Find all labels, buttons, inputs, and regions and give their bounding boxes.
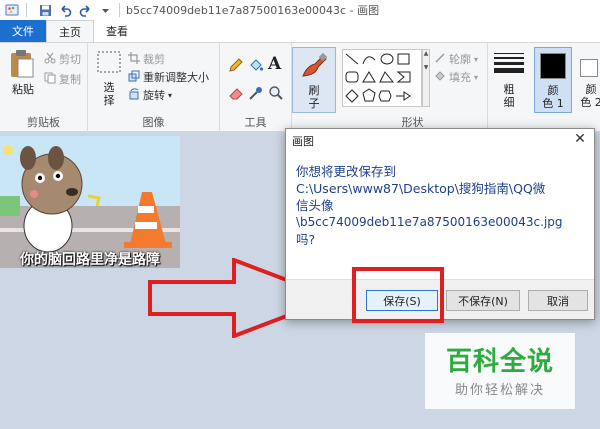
tab-home[interactable]: 主页 — [46, 20, 94, 42]
line-width-icon — [494, 53, 524, 78]
text-icon[interactable]: A — [268, 54, 281, 74]
dialog-message: 你想将更改保存到 C:\Users\www87\Desktop\搜狗指南\QQ微… — [296, 163, 592, 248]
tab-file[interactable]: 文件 — [0, 20, 46, 42]
brushes-label-2: 子 — [308, 97, 320, 110]
chevron-down-icon: ▾ — [474, 54, 479, 64]
undo-icon[interactable] — [57, 2, 73, 18]
dialog-message-line-1: 你想将更改保存到 — [296, 164, 397, 179]
watermark: 百科全说 助你轻松解决 — [425, 333, 575, 409]
fill-label: 填充 — [449, 71, 471, 84]
paste-button[interactable]: 粘贴 — [6, 49, 40, 109]
shapes-scroll[interactable]: ▲ ▼ — [422, 49, 430, 107]
customize-qat-icon[interactable] — [97, 2, 113, 18]
paste-label: 粘贴 — [12, 83, 34, 96]
scissors-icon — [44, 52, 56, 67]
redo-icon[interactable] — [77, 2, 93, 18]
copy-button[interactable]: 复制 — [44, 71, 81, 87]
title-bar: b5cc74009deb11e7a87500163e00043c - 画图 — [0, 0, 600, 20]
watermark-subtitle: 助你轻松解决 — [454, 383, 545, 398]
fill-icon — [434, 70, 446, 85]
qat-separator — [26, 3, 27, 17]
select-icon — [97, 51, 121, 76]
paste-icon — [9, 49, 35, 82]
save-icon[interactable] — [37, 2, 53, 18]
dialog-message-line-5: 吗? — [296, 232, 316, 247]
magnifier-icon[interactable] — [268, 85, 284, 104]
rotate-icon — [128, 87, 140, 103]
select-label-1: 选 — [103, 81, 115, 94]
ribbon-tabs: 文件 主页 查看 — [0, 20, 600, 42]
outline-icon — [434, 52, 446, 67]
clipboard-group: 粘贴 剪切 复制 剪贴板 — [0, 43, 88, 133]
size-label-2: 细 — [503, 96, 515, 109]
save-highlight-box — [352, 267, 444, 323]
brush-icon — [299, 52, 329, 83]
chevron-down-icon: ▾ — [474, 72, 479, 82]
dialog-message-line-3: 信头像 — [296, 198, 334, 213]
crop-label: 裁剪 — [143, 53, 165, 66]
color1-button[interactable]: 颜 色 1 — [534, 47, 572, 113]
resize-icon — [128, 70, 140, 85]
color1-swatch — [540, 53, 566, 79]
size-button[interactable]: 粗 细 — [488, 47, 530, 113]
resize-button[interactable]: 重新调整大小 — [128, 69, 209, 85]
color1-label-1: 颜 — [547, 84, 559, 97]
tools-group: A 工具 — [220, 43, 292, 133]
resize-label: 重新调整大小 — [143, 71, 209, 84]
cancel-button[interactable]: 取消 — [528, 290, 588, 311]
brushes-button[interactable]: 刷 子 — [292, 47, 336, 113]
title-separator — [119, 3, 120, 17]
chevron-down-icon: ▾ — [168, 90, 173, 100]
cut-label: 剪切 — [59, 53, 81, 66]
cut-button[interactable]: 剪切 — [44, 51, 81, 67]
clipboard-group-label: 剪贴板 — [27, 116, 60, 129]
size-label-1: 粗 — [503, 83, 515, 96]
tools-group-label: 工具 — [244, 116, 267, 129]
fill-button[interactable]: 填充 ▾ — [434, 69, 478, 85]
color2-label-2: 色 2 — [580, 96, 600, 109]
color2-swatch — [580, 59, 598, 77]
canvas-image[interactable]: 你的脑回路里净是路障 — [0, 136, 180, 268]
color2-label-1: 颜 — [585, 83, 597, 96]
image-group: 选 择 裁剪 重新调整大小 旋转 ▾ 图像 — [88, 43, 220, 133]
dialog-message-line-2: C:\Users\www87\Desktop\搜狗指南\QQ微 — [296, 181, 546, 196]
outline-label: 轮廓 — [449, 53, 471, 66]
image-group-label: 图像 — [142, 116, 165, 129]
fill-bucket-icon[interactable] — [248, 57, 264, 76]
dont-save-button[interactable]: 不保存(N) — [446, 290, 520, 311]
close-icon[interactable]: ✕ — [572, 131, 588, 147]
window-title: b5cc74009deb11e7a87500163e00043c - 画图 — [126, 4, 380, 17]
pencil-icon[interactable] — [228, 57, 244, 76]
shapes-gallery[interactable] — [342, 49, 422, 107]
copy-label: 复制 — [59, 73, 81, 86]
outline-button[interactable]: 轮廓 ▾ — [434, 51, 478, 67]
crop-button[interactable]: 裁剪 — [128, 51, 165, 67]
select-label-2: 择 — [103, 94, 115, 107]
dialog-message-line-4: \b5cc74009deb11e7a87500163e00043c.jpg — [296, 215, 563, 229]
crop-icon — [128, 51, 140, 67]
tab-view[interactable]: 查看 — [94, 20, 140, 42]
color-picker-icon[interactable] — [248, 85, 264, 104]
rotate-label: 旋转 — [143, 89, 165, 102]
color1-label-2: 色 1 — [542, 97, 564, 110]
paint-app-icon — [4, 2, 20, 18]
copy-icon — [44, 72, 56, 87]
watermark-title: 百科全说 — [445, 347, 554, 377]
rotate-button[interactable]: 旋转 ▾ — [128, 87, 172, 103]
eraser-icon[interactable] — [228, 85, 244, 104]
color2-button[interactable]: 颜 色 2 — [576, 47, 600, 113]
brushes-label-1: 刷 — [308, 84, 320, 97]
select-button[interactable]: 选 择 — [94, 51, 124, 113]
ribbon: 粘贴 剪切 复制 剪贴板 选 择 裁剪 重新调整大小 旋转 ▾ 图像 A 工具 … — [0, 42, 600, 133]
dialog-title: 画图 — [292, 135, 314, 148]
shapes-group: ▲ ▼ 轮廓 ▾ 填充 ▾ 形状 — [338, 43, 488, 133]
